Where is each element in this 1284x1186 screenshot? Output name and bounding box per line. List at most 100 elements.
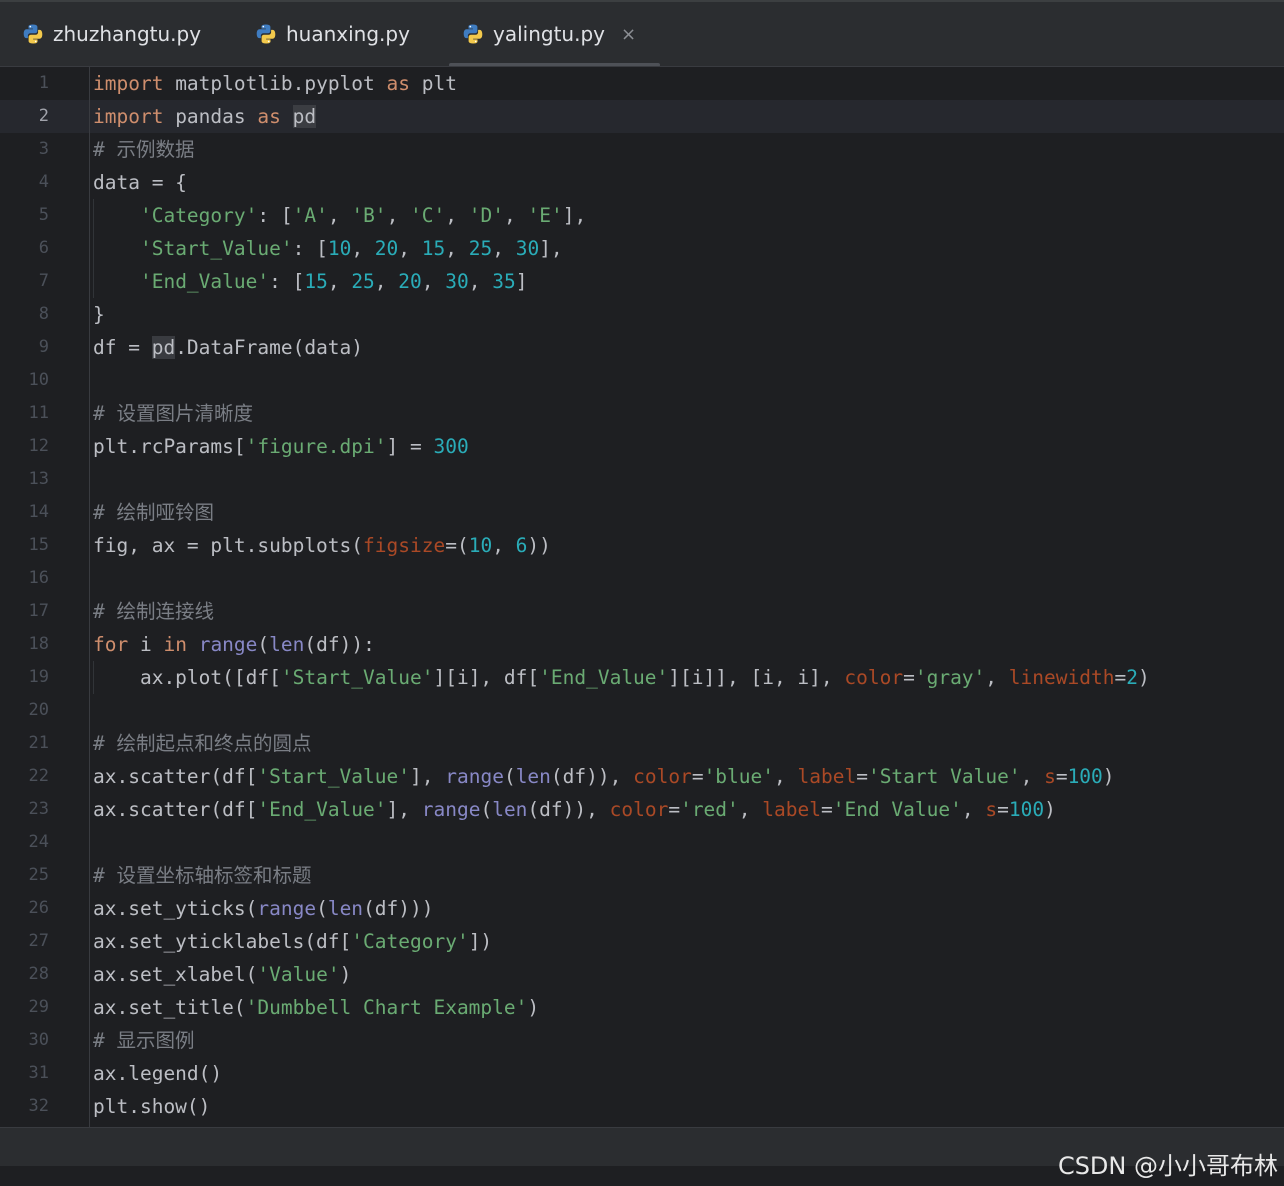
code-text: plt.show()	[93, 1095, 211, 1118]
code-text: ax.scatter(df['Start_Value'], range(len(…	[93, 765, 1115, 788]
line-number: 30	[28, 1030, 49, 1050]
code-line[interactable]: 32 plt.show()	[0, 1090, 1284, 1123]
code-line[interactable]: 25 # 设置坐标轴标签和标题	[0, 859, 1284, 892]
code-line[interactable]: 7 'End_Value': [15, 25, 20, 30, 35]	[0, 265, 1284, 298]
line-number: 5	[38, 205, 49, 225]
code-text: # 显示图例	[93, 1029, 195, 1052]
line-number: 6	[38, 238, 49, 258]
code-line[interactable]: 3 # 示例数据	[0, 133, 1284, 166]
code-line[interactable]: 8}	[0, 298, 1284, 331]
close-tab-icon[interactable]: ×	[621, 24, 636, 45]
code-line[interactable]: 10	[0, 364, 1284, 397]
code-line[interactable]: 30 # 显示图例	[0, 1024, 1284, 1057]
code-line[interactable]: 24	[0, 826, 1284, 859]
line-number: 16	[28, 568, 49, 588]
code-text: 'Start_Value': [10, 20, 15, 25, 30],	[139, 237, 563, 260]
line-number: 19	[28, 667, 49, 687]
line-number: 1	[38, 73, 49, 93]
code-line[interactable]: 13	[0, 463, 1284, 496]
code-text: ax.set_title('Dumbbell Chart Example')	[93, 996, 540, 1019]
code-line[interactable]: 15 fig, ax = plt.subplots(figsize=(10, 6)…	[0, 529, 1284, 562]
code-line[interactable]: 26 ax.set_yticks(range(len(df)))	[0, 892, 1284, 925]
line-number: 18	[28, 634, 49, 654]
tab-label: yalingtu.py	[493, 22, 605, 46]
code-text: # 设置图片清晰度	[93, 402, 253, 425]
code-text: # 设置坐标轴标签和标题	[93, 864, 312, 887]
python-file-icon	[462, 23, 484, 45]
tab-huanxing[interactable]: huanxing.py	[255, 2, 410, 66]
gutter-separator	[89, 67, 90, 1127]
python-file-icon	[22, 23, 44, 45]
code-line[interactable]: 11 # 设置图片清晰度	[0, 397, 1284, 430]
editor-tab-bar: zhuzhangtu.py huanxing.py yalingtu.py ×	[0, 0, 1284, 67]
indent-guide	[93, 661, 94, 694]
line-number: 17	[28, 601, 49, 621]
tab-yalingtu[interactable]: yalingtu.py ×	[448, 2, 661, 67]
tab-label: zhuzhangtu.py	[53, 22, 202, 46]
code-text: # 绘制连接线	[93, 600, 214, 623]
line-number: 25	[28, 865, 49, 885]
line-number: 3	[38, 139, 49, 159]
line-number: 26	[28, 898, 49, 918]
line-number: 8	[38, 304, 49, 324]
line-number: 28	[28, 964, 49, 984]
code-text: ax.set_xlabel('Value')	[93, 963, 352, 986]
line-number: 10	[28, 370, 49, 390]
code-text: fig, ax = plt.subplots(figsize=(10, 6))	[93, 534, 551, 557]
tab-label: huanxing.py	[286, 22, 410, 46]
line-number: 13	[28, 469, 49, 489]
line-number: 24	[28, 832, 49, 852]
code-text: data = {	[93, 171, 187, 194]
ide-window: zhuzhangtu.py huanxing.py yalingtu.py × …	[0, 0, 1284, 1186]
code-text: plt.rcParams['figure.dpi'] = 300	[93, 435, 469, 458]
tab-zhuzhangtu[interactable]: zhuzhangtu.py	[22, 2, 201, 66]
code-line[interactable]: 14 # 绘制哑铃图	[0, 496, 1284, 529]
code-line[interactable]: 28 ax.set_xlabel('Value')	[0, 958, 1284, 991]
code-line[interactable]: 5 'Category': ['A', 'B', 'C', 'D', 'E'],	[0, 199, 1284, 232]
line-number: 4	[38, 172, 49, 192]
line-number: 7	[38, 271, 49, 291]
line-number: 31	[28, 1063, 49, 1083]
code-text: import matplotlib.pyplot as plt	[93, 72, 457, 95]
code-line[interactable]: 17 # 绘制连接线	[0, 595, 1284, 628]
code-line[interactable]: 29 ax.set_title('Dumbbell Chart Example')	[0, 991, 1284, 1024]
code-text: # 绘制起点和终点的圆点	[93, 732, 312, 755]
line-number: 9	[38, 337, 49, 357]
code-line[interactable]: 12 plt.rcParams['figure.dpi'] = 300	[0, 430, 1284, 463]
code-line[interactable]: 31 ax.legend()	[0, 1057, 1284, 1090]
code-line[interactable]: 22 ax.scatter(df['Start_Value'], range(le…	[0, 760, 1284, 793]
code-line[interactable]: 4 data = {	[0, 166, 1284, 199]
line-number: 27	[28, 931, 49, 951]
line-number: 29	[28, 997, 49, 1017]
indent-guide	[93, 232, 94, 265]
code-text: # 示例数据	[93, 138, 195, 161]
code-line[interactable]: 2 import pandas as pd	[0, 100, 1284, 133]
line-number: 21	[28, 733, 49, 753]
line-number: 22	[28, 766, 49, 786]
code-text: ax.set_yticklabels(df['Category'])	[93, 930, 493, 953]
line-number: 23	[28, 799, 49, 819]
line-number: 2	[38, 106, 49, 126]
code-line[interactable]: 21 # 绘制起点和终点的圆点	[0, 727, 1284, 760]
line-number: 15	[28, 535, 49, 555]
indent-guide	[93, 199, 94, 232]
code-line[interactable]: 27 ax.set_yticklabels(df['Category'])	[0, 925, 1284, 958]
code-text: ax.plot([df['Start_Value'][i], df['End_V…	[93, 666, 1150, 689]
code-text: 'End_Value': [15, 25, 20, 30, 35]	[139, 270, 528, 293]
code-text: }	[93, 303, 105, 326]
code-line[interactable]: 23 ax.scatter(df['End_Value'], range(len(…	[0, 793, 1284, 826]
indent-guide	[93, 265, 94, 298]
code-line[interactable]: 6 'Start_Value': [10, 20, 15, 25, 30],	[0, 232, 1284, 265]
code-editor[interactable]: 1 import matplotlib.pyplot as plt 2 import …	[0, 67, 1284, 1127]
line-number: 12	[28, 436, 49, 456]
code-line[interactable]: 9 df = pd.DataFrame(data)	[0, 331, 1284, 364]
code-line[interactable]: 16	[0, 562, 1284, 595]
code-text: 'Category': ['A', 'B', 'C', 'D', 'E'],	[139, 204, 587, 227]
code-line[interactable]: 20	[0, 694, 1284, 727]
line-number: 14	[28, 502, 49, 522]
code-line[interactable]: 18 for i in range(len(df)):	[0, 628, 1284, 661]
code-text: ax.legend()	[93, 1062, 223, 1085]
code-line[interactable]: 19 ax.plot([df['Start_Value'][i], df['En…	[0, 661, 1284, 694]
code-text: import pandas as pd	[93, 105, 317, 128]
code-line[interactable]: 1 import matplotlib.pyplot as plt	[0, 67, 1284, 100]
